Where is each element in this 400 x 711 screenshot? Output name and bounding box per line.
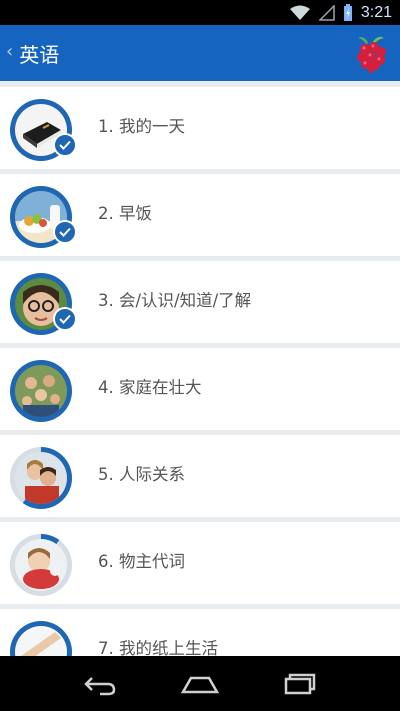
lesson-title: 6. 物主代词 bbox=[98, 552, 185, 571]
lesson-item-6[interactable]: 6. 物主代词 bbox=[0, 522, 400, 604]
lesson-title: 3. 会/认识/知道/了解 bbox=[98, 291, 252, 310]
lesson-item-1[interactable]: 1. 我的一天 bbox=[0, 87, 400, 169]
lesson-thumbnail bbox=[10, 99, 77, 161]
lesson-item-5[interactable]: 5. 人际关系 bbox=[0, 435, 400, 517]
signal-icon bbox=[318, 4, 335, 21]
raspberry-logo-icon bbox=[357, 36, 386, 73]
page-title: 英语 bbox=[19, 42, 60, 67]
chevron-left-icon: ‹ bbox=[6, 41, 14, 62]
navigation-bar bbox=[0, 656, 400, 711]
completed-check-icon bbox=[53, 220, 77, 244]
back-arrow-icon bbox=[84, 676, 116, 695]
lesson-thumbnail bbox=[10, 534, 72, 596]
lesson-item-3[interactable]: 3. 会/认识/知道/了解 bbox=[0, 261, 400, 343]
lesson-item-4[interactable]: 4. 家庭在壮大 bbox=[0, 348, 400, 430]
home-nav-button[interactable] bbox=[175, 664, 225, 704]
recent-apps-icon bbox=[284, 673, 316, 694]
lesson-thumbnail bbox=[10, 360, 72, 422]
back-nav-button[interactable] bbox=[75, 664, 125, 704]
completed-check-icon bbox=[53, 307, 77, 331]
couple-image bbox=[15, 452, 67, 504]
kid-toy-image bbox=[15, 539, 67, 591]
battery-charging-icon bbox=[343, 3, 352, 21]
action-bar: ‹ 英语 bbox=[0, 25, 400, 81]
lesson-thumbnail bbox=[10, 273, 77, 335]
lesson-title: 5. 人际关系 bbox=[98, 465, 185, 484]
lesson-title: 7. 我的纸上生活 bbox=[98, 639, 218, 656]
lesson-title: 4. 家庭在壮大 bbox=[98, 378, 202, 397]
lesson-list[interactable]: 1. 我的一天 2. 早饭 3. 会/认识/知道/了解 4. 家庭在壮大 5. … bbox=[0, 81, 400, 656]
lesson-thumbnail bbox=[10, 447, 72, 509]
wifi-icon bbox=[289, 5, 310, 20]
status-bar: 3:21 bbox=[0, 0, 400, 25]
back-button[interactable]: ‹ 英语 bbox=[6, 39, 59, 68]
lesson-thumbnail bbox=[10, 186, 77, 248]
status-time: 3:21 bbox=[360, 3, 392, 21]
lesson-item-7[interactable]: 7. 我的纸上生活 bbox=[0, 609, 400, 656]
lesson-item-2[interactable]: 2. 早饭 bbox=[0, 174, 400, 256]
lesson-thumbnail bbox=[10, 621, 72, 656]
home-icon bbox=[180, 676, 220, 693]
lesson-title: 1. 我的一天 bbox=[98, 117, 185, 136]
lesson-title: 2. 早饭 bbox=[98, 204, 152, 223]
recent-apps-button[interactable] bbox=[275, 664, 325, 704]
family-image bbox=[15, 365, 67, 417]
completed-check-icon bbox=[53, 133, 77, 157]
